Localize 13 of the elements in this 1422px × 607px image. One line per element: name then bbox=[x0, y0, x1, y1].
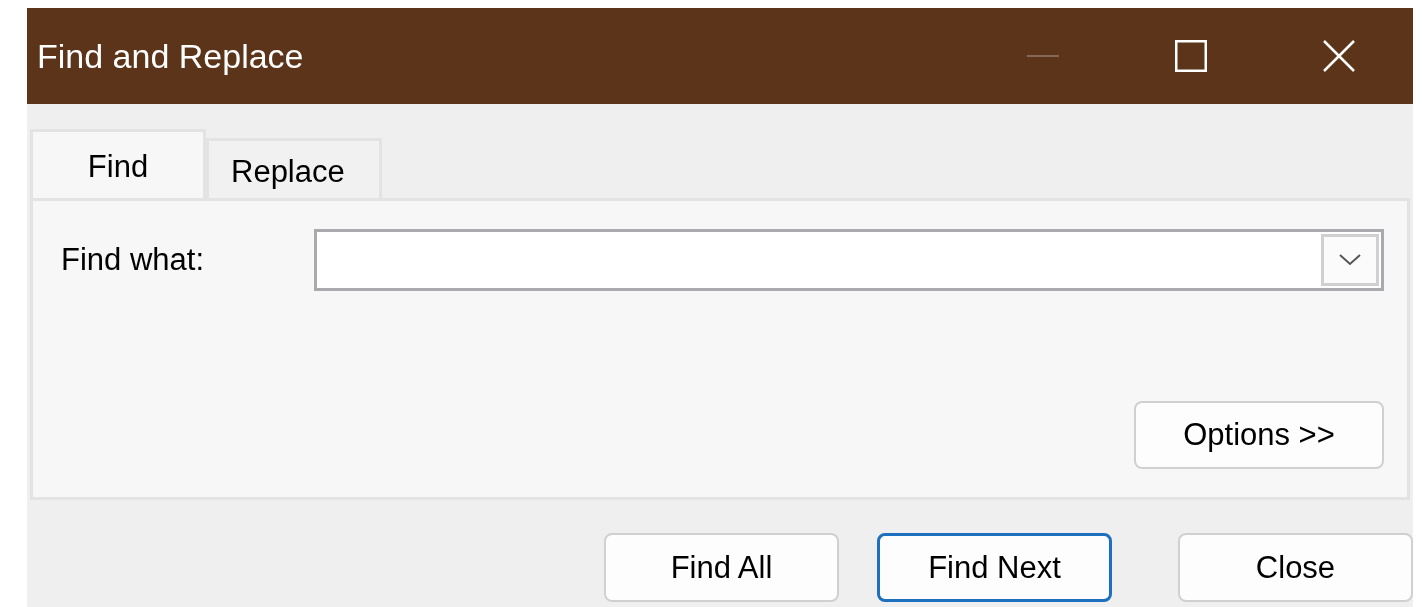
dialog-button[interactable]: Find Next bbox=[877, 533, 1112, 602]
tab[interactable]: Replace bbox=[206, 138, 382, 198]
close-icon[interactable] bbox=[1323, 40, 1355, 72]
dialog-button[interactable]: Close bbox=[1178, 533, 1413, 602]
maximize-icon[interactable] bbox=[1175, 40, 1207, 72]
window-title: Find and Replace bbox=[37, 36, 305, 76]
find-what-label: Find what: bbox=[61, 242, 205, 278]
find-what-field[interactable] bbox=[314, 229, 1384, 291]
chevron-down-icon bbox=[1339, 254, 1361, 266]
dropdown-button[interactable] bbox=[1321, 234, 1379, 286]
dialog-button[interactable]: Find All bbox=[604, 533, 839, 602]
tab[interactable]: Find bbox=[30, 129, 206, 198]
options-button[interactable]: Options >> bbox=[1134, 401, 1384, 469]
